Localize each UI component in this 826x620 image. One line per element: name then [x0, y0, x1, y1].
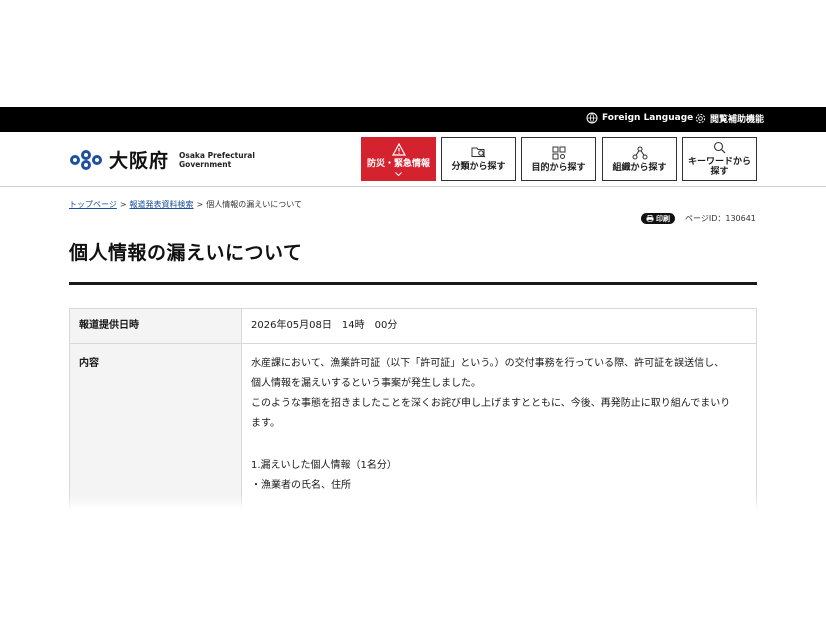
breadcrumb-separator: >: [119, 200, 127, 209]
date-header: 報道提供日時: [70, 309, 242, 343]
chevron-down-icon: [395, 171, 402, 176]
paragraph-line: ます。: [251, 418, 280, 429]
utility-bar: Foreign Language 閲覧補助機能: [0, 107, 826, 132]
warning-icon: [391, 142, 406, 156]
section-title: 1.漏えいした個人情報（1名分）: [251, 460, 397, 471]
breadcrumb: トップページ > 報道発表資料検索 > 個人情報の漏えいについて: [69, 199, 302, 210]
foreign-language-link[interactable]: Foreign Language: [586, 112, 693, 124]
nav-label: 組織から探す: [612, 162, 667, 173]
grid-icon: [552, 146, 565, 159]
organization-search-button[interactable]: 組織から探す: [602, 137, 677, 181]
org-icon: [632, 146, 647, 159]
category-search-button[interactable]: 分類から探す: [441, 137, 516, 181]
keyword-search-button[interactable]: キーワードから探す: [682, 137, 757, 181]
accessibility-label: 閲覧補助機能: [710, 115, 765, 125]
title-divider: [69, 282, 757, 285]
folder-search-icon: [471, 147, 485, 158]
accessibility-link[interactable]: 閲覧補助機能: [695, 112, 764, 125]
press-info-table: 報道提供日時 2026年05月08日 14時 00分 内容 水産課において、漁業…: [69, 308, 757, 525]
breadcrumb-link-top[interactable]: トップページ: [69, 200, 117, 209]
logo-text: 大阪府: [109, 150, 170, 172]
osaka-logo-icon: [70, 149, 102, 170]
nav-label: キーワードから探す: [687, 157, 751, 177]
page-title: 個人情報の漏えいについて: [69, 242, 303, 264]
nav-label: 防災・緊急情報: [366, 158, 430, 169]
logo-en-line1: Osaka Prefectural: [179, 150, 255, 160]
logo-english: Osaka Prefectural Government: [179, 151, 255, 169]
search-icon: [713, 141, 726, 154]
date-value: 2026年05月08日 14時 00分: [251, 320, 398, 331]
paragraph-line: このような事態を招きましたことを深くお詫び申し上げますとともに、今後、再発防止に…: [251, 398, 731, 409]
breadcrumb-current: 個人情報の漏えいについて: [206, 200, 303, 209]
breadcrumb-link-press[interactable]: 報道発表資料検索: [130, 200, 194, 209]
print-button[interactable]: 印刷: [641, 213, 675, 224]
content-header: 内容: [70, 344, 242, 524]
breadcrumb-separator: >: [196, 200, 204, 209]
table-row: 報道提供日時 2026年05月08日 14時 00分: [70, 309, 756, 344]
disaster-info-button[interactable]: 防災・緊急情報: [361, 137, 436, 181]
section-item: ・漁業者の氏名、住所: [251, 480, 351, 491]
purpose-search-button[interactable]: 目的から探す: [521, 137, 596, 181]
nav-label: 分類から探す: [451, 162, 506, 172]
viewport-cutoff: [0, 508, 826, 620]
nav-label: 目的から探す: [531, 162, 586, 173]
content-body: 水産課において、漁業許可証（以下「許可証」という。）の交付事務を行っている際、許…: [242, 344, 756, 524]
logo-en-line2: Government: [179, 159, 232, 169]
globe-icon: [586, 112, 598, 124]
site-header: 大阪府 Osaka Prefectural Government 防災・緊急情報…: [0, 132, 826, 187]
printer-icon: [646, 215, 654, 222]
foreign-language-label: Foreign Language: [602, 113, 694, 123]
gear-icon: [695, 113, 706, 124]
paragraph-line: 個人情報を漏えいするという事案が発生しました。: [251, 378, 481, 389]
paragraph-line: 水産課において、漁業許可証（以下「許可証」という。）の交付事務を行っている際、許…: [251, 358, 725, 369]
table-row: 内容 水産課において、漁業許可証（以下「許可証」という。）の交付事務を行っている…: [70, 344, 756, 524]
page-id: ページID：130641: [685, 214, 756, 223]
print-label: 印刷: [656, 214, 670, 223]
site-logo[interactable]: 大阪府 Osaka Prefectural Government: [69, 146, 255, 173]
